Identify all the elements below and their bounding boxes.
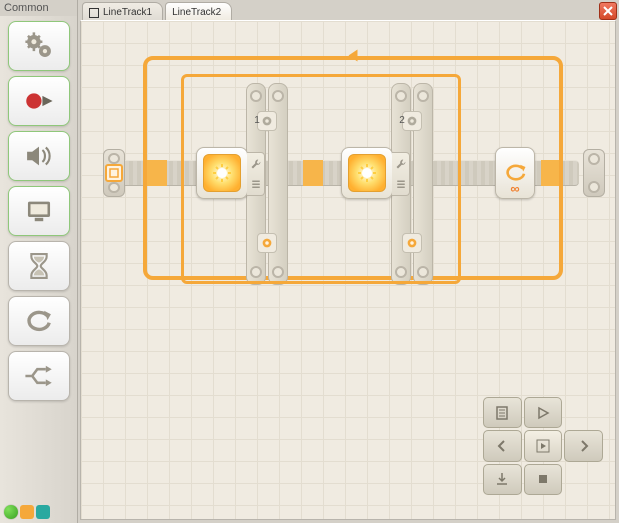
document-icon: [494, 405, 510, 421]
start-icon: [105, 164, 123, 181]
switch-block-1[interactable]: [196, 147, 248, 199]
palette-switch-block[interactable]: [8, 351, 70, 401]
switch-1-false-branch[interactable]: [257, 233, 277, 253]
palette-move-block[interactable]: [8, 21, 70, 71]
hourglass-icon: [22, 249, 56, 283]
program-canvas[interactable]: ∞ 1: [80, 20, 616, 520]
switch-block-2[interactable]: [341, 147, 393, 199]
chevron-right-icon: [576, 438, 592, 454]
palette-display-block[interactable]: [8, 186, 70, 236]
palette-record-play-block[interactable]: [8, 76, 70, 126]
tab-linetrack2[interactable]: LineTrack2: [165, 2, 232, 20]
close-button[interactable]: [599, 2, 617, 20]
stop-icon: [535, 471, 551, 487]
switch-1-config-tab[interactable]: [247, 152, 265, 196]
list-icon: [250, 179, 262, 191]
palette-loop-block[interactable]: [8, 296, 70, 346]
nav-controller: [483, 397, 603, 495]
switch-2-false-branch[interactable]: [402, 233, 422, 253]
switch-1-port-label: 1: [251, 115, 263, 126]
nav-download-button[interactable]: [483, 464, 522, 495]
sidebar-title: Common: [0, 0, 77, 16]
tab-label: LineTrack2: [172, 7, 221, 18]
nav-right-button[interactable]: [564, 430, 603, 461]
status-dot-green: [4, 505, 18, 519]
nav-play-button[interactable]: [524, 430, 563, 461]
download-icon: [494, 471, 510, 487]
play-outline-icon: [535, 405, 551, 421]
sidebar-palette: Common: [0, 0, 78, 523]
tab-strip: LineTrack1 LineTrack2: [82, 2, 232, 20]
nav-stop-button[interactable]: [524, 464, 563, 495]
nav-left-button[interactable]: [483, 430, 522, 461]
nav-run-button[interactable]: [524, 397, 563, 428]
light-sensor-icon: [348, 154, 386, 192]
display-icon: [22, 194, 56, 228]
beam-start-cap: [103, 149, 125, 197]
wrench-icon: [395, 158, 407, 170]
tab-label: LineTrack1: [103, 7, 152, 18]
loop-icon: [22, 304, 56, 338]
nav-document-button[interactable]: [483, 397, 522, 428]
switch-2-port-label: 2: [396, 115, 408, 126]
tab-linetrack1[interactable]: LineTrack1: [82, 2, 163, 20]
gears-icon: [22, 29, 56, 63]
status-square-teal: [36, 505, 50, 519]
speaker-icon: [22, 139, 56, 173]
tab-file-icon: [89, 8, 99, 18]
palette-sound-block[interactable]: [8, 131, 70, 181]
status-square-orange: [20, 505, 34, 519]
beam-end-cap: [583, 149, 605, 197]
light-sensor-icon: [203, 154, 241, 192]
wrench-icon: [250, 158, 262, 170]
play-icon: [535, 438, 551, 454]
switch-2-config-tab[interactable]: [392, 152, 410, 196]
gear-small-orange-icon: [405, 236, 419, 250]
chevron-left-icon: [494, 438, 510, 454]
infinity-icon: ∞: [496, 181, 534, 196]
list-icon: [395, 179, 407, 191]
close-icon: [603, 6, 613, 16]
palette-wait-block[interactable]: [8, 241, 70, 291]
gear-small-orange-icon: [260, 236, 274, 250]
loop-end-block[interactable]: ∞: [495, 147, 535, 199]
status-indicators: [4, 505, 50, 519]
switch-icon: [22, 359, 56, 393]
record-play-icon: [22, 84, 56, 118]
